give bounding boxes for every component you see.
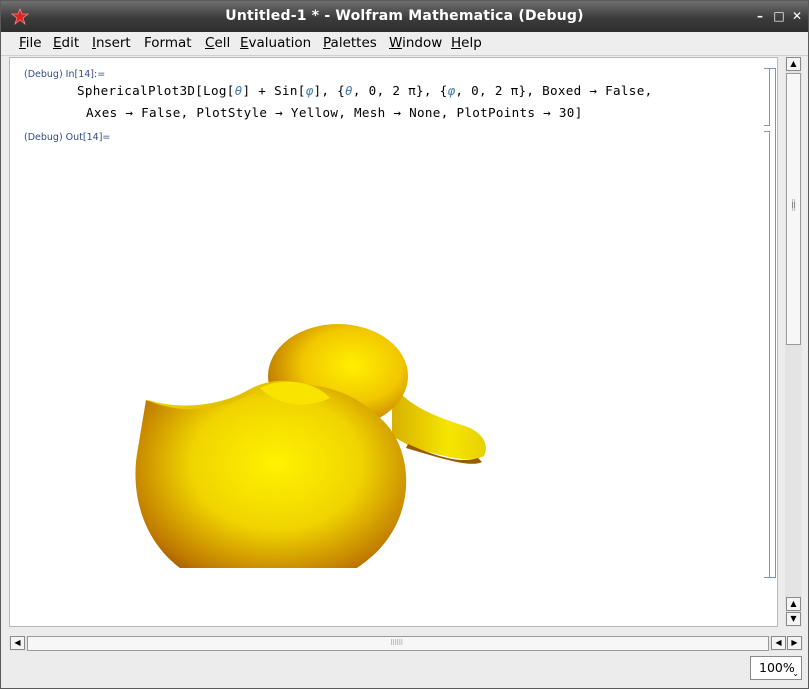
window-title: Untitled-1 * - Wolfram Mathematica (Debu…	[225, 8, 584, 24]
status-bar	[1, 653, 808, 688]
output-cell-label: (Debug) Out[14]=	[24, 132, 111, 143]
scroll-down-button[interactable]: ▼	[786, 612, 801, 626]
input-cell-label: (Debug) In[14]:=	[24, 69, 106, 80]
mathematica-window: Untitled-1 * - Wolfram Mathematica (Debu…	[0, 0, 809, 689]
group-cell-bracket[interactable]	[770, 68, 776, 578]
menu-file[interactable]: File	[19, 35, 42, 51]
scroll-right-button-inner[interactable]: ◀	[771, 636, 786, 650]
vertical-grip: ⠿ ⠿ ⠿	[791, 199, 796, 213]
chevron-down-icon: ⌄	[792, 669, 799, 678]
plot-body	[135, 384, 407, 568]
menu-palettes[interactable]: Palettes	[323, 35, 377, 51]
close-button[interactable]: ✕	[790, 9, 804, 23]
horizontal-grip: ⠿⠿⠿	[390, 639, 403, 647]
menu-window[interactable]: Window	[389, 35, 442, 51]
scroll-up-button[interactable]: ▲	[786, 57, 801, 71]
menu-edit[interactable]: Edit	[53, 35, 79, 51]
input-code-line-1[interactable]: SphericalPlot3D[Log[θ] + Sin[φ], {θ, 0, …	[77, 83, 652, 98]
notebook-area[interactable]: (Debug) In[14]:= SphericalPlot3D[Log[θ] …	[9, 57, 778, 627]
menu-cell[interactable]: Cell	[205, 35, 230, 51]
minimize-button[interactable]: –	[753, 9, 767, 23]
input-code-line-2[interactable]: Axes → False, PlotStyle → Yellow, Mesh →…	[86, 105, 583, 120]
scroll-left-button[interactable]: ◀	[10, 636, 25, 650]
zoom-selector[interactable]: 100% ⌄	[750, 656, 802, 680]
scroll-up-button-lower[interactable]: ▲	[786, 597, 801, 611]
title-bar[interactable]: Untitled-1 * - Wolfram Mathematica (Debu…	[1, 1, 808, 32]
menu-insert[interactable]: Insert	[92, 35, 131, 51]
horizontal-scrollbar[interactable]: ◀ ⠿⠿⠿ ◀ ▶	[9, 636, 803, 651]
menu-bar: File Edit Insert Format Cell Evaluation …	[1, 32, 808, 56]
menu-evaluation[interactable]: Evaluation	[240, 35, 311, 51]
zoom-value: 100%	[759, 660, 795, 675]
menu-format[interactable]: Format	[144, 35, 192, 51]
maximize-button[interactable]: □	[772, 9, 786, 23]
vertical-scroll-thumb[interactable]: ⠿ ⠿ ⠿	[786, 73, 801, 345]
menu-help[interactable]: Help	[451, 35, 482, 51]
horizontal-scroll-thumb[interactable]: ⠿⠿⠿	[27, 636, 769, 651]
scroll-right-button[interactable]: ▶	[787, 636, 802, 650]
spherical-plot-graphic[interactable]	[110, 258, 510, 568]
vertical-scrollbar[interactable]: ▲ ⠿ ⠿ ⠿ ▲ ▼	[785, 57, 802, 627]
